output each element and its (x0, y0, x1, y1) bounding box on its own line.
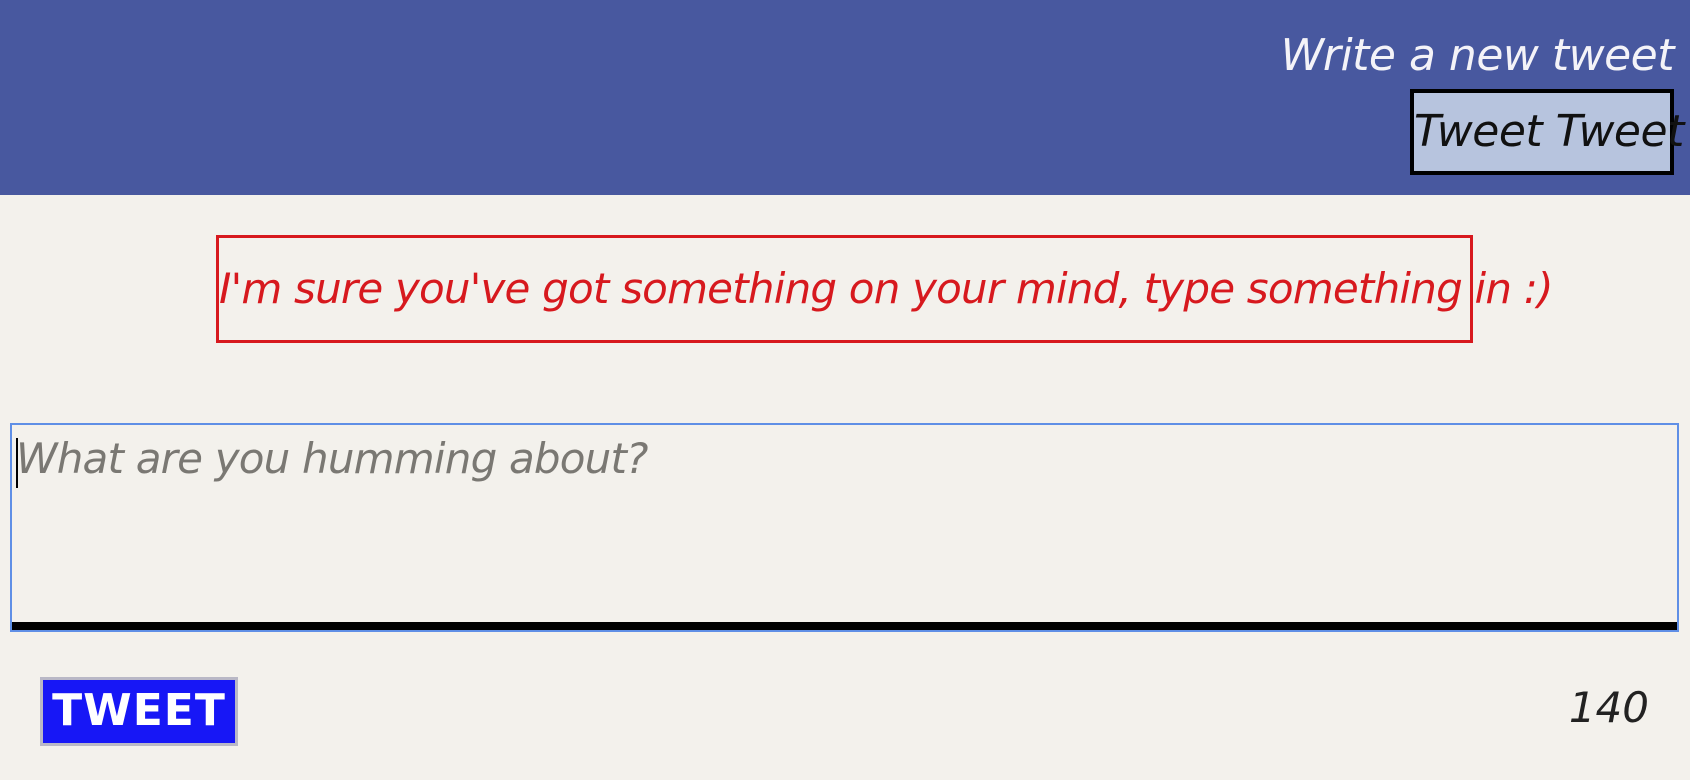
compose-bottom-border (12, 622, 1677, 630)
top-header: Write a new tweet Tweet Tweet (0, 0, 1690, 195)
text-caret (16, 438, 18, 488)
tweet-submit-button[interactable]: TWEET (40, 677, 238, 746)
tweet-input[interactable] (12, 425, 1677, 622)
header-title: Write a new tweet (1280, 30, 1675, 81)
error-message: I'm sure you've got something on your mi… (216, 235, 1554, 343)
tweet-tweet-nav-button[interactable]: Tweet Tweet (1410, 89, 1684, 175)
character-counter: 140 (1568, 683, 1649, 732)
tweet-compose-area (10, 423, 1679, 632)
